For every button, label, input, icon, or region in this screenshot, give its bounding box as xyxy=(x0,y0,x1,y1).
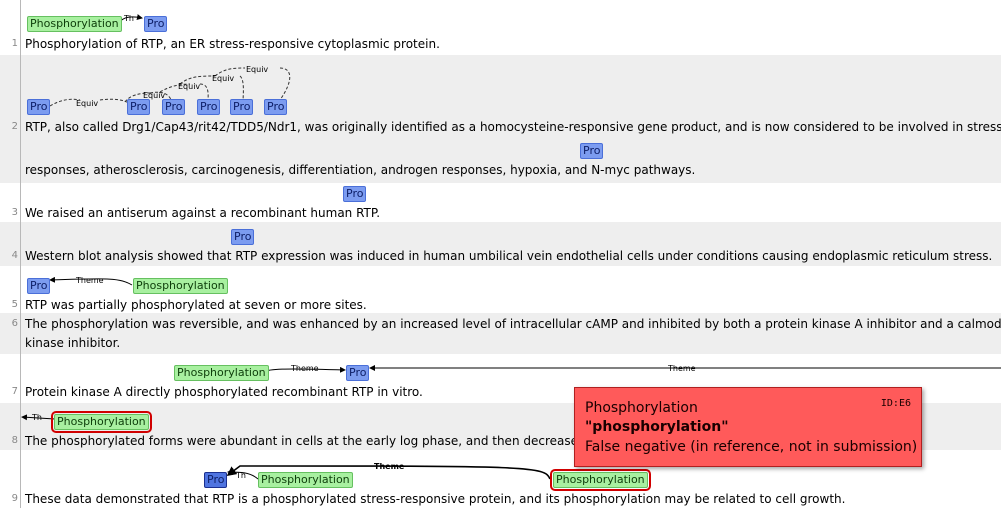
line-number: 1 xyxy=(11,38,18,49)
sentence-text[interactable]: RTP, also called Drg1/Cap43/rit42/TDD5/N… xyxy=(25,120,1001,134)
sentence-text[interactable]: Phosphorylation of RTP, an ER stress-res… xyxy=(25,37,440,51)
sentence-text[interactable]: We raised an antiserum against a recombi… xyxy=(25,206,380,220)
arc-label-theme: Theme xyxy=(75,276,104,285)
span-label-protein[interactable]: Pro xyxy=(580,143,604,159)
line-number: 6 xyxy=(11,318,18,329)
sentence-text[interactable]: responses, atherosclerosis, carcinogenes… xyxy=(25,163,695,177)
span-label-phosphorylation-error[interactable]: Phosphorylation xyxy=(550,469,651,491)
span-label-protein[interactable]: Pro xyxy=(230,99,254,115)
line-number: 8 xyxy=(11,435,18,446)
tooltip-status: False negative (in reference, not in sub… xyxy=(585,439,918,455)
span-label-phosphorylation[interactable]: Phosphorylation xyxy=(174,365,269,381)
arc-label-theme: Theme xyxy=(667,364,696,373)
arc-label-theme: Theme xyxy=(374,462,405,471)
span-label-protein[interactable]: Pro xyxy=(27,278,51,294)
line-number: 3 xyxy=(11,207,18,218)
line-number: 2 xyxy=(11,121,18,132)
line-number: 4 xyxy=(11,250,18,261)
arc-label-th: Th xyxy=(123,14,134,23)
annotation-document: 1 2 3 4 5 6 7 8 9 Phosphorylation of RTP… xyxy=(0,0,1001,508)
sentence-text[interactable]: Protein kinase A directly phosphorylated… xyxy=(25,385,423,399)
tooltip-text: "phosphorylation" xyxy=(585,419,729,435)
tooltip-id: ID:E6 xyxy=(880,398,911,409)
sentence-text[interactable]: Western blot analysis showed that RTP ex… xyxy=(25,249,992,263)
line-number: 5 xyxy=(11,299,18,310)
span-label-phosphorylation-error[interactable]: Phosphorylation xyxy=(51,411,152,433)
span-label-protein[interactable]: Pro xyxy=(264,99,288,115)
line-number: 7 xyxy=(11,386,18,397)
annotation-tooltip: Phosphorylation "phosphorylation" False … xyxy=(574,387,922,467)
arc-label-theme: Theme xyxy=(290,364,319,373)
arc-label-th: Th xyxy=(235,471,246,480)
arc-theme xyxy=(49,276,133,286)
span-label-phosphorylation[interactable]: Phosphorylation xyxy=(258,472,353,488)
arc-th xyxy=(227,469,259,480)
sentence-text[interactable]: These data demonstrated that RTP is a ph… xyxy=(25,492,845,506)
sentence-text[interactable]: The phosphorylation was reversible, and … xyxy=(25,317,1001,331)
sentence-text[interactable]: kinase inhibitor. xyxy=(25,336,120,350)
span-label-phosphorylation[interactable]: Phosphorylation xyxy=(133,278,228,294)
span-label-phosphorylation[interactable]: Phosphorylation xyxy=(27,16,122,32)
span-label-protein[interactable]: Pro xyxy=(346,365,370,381)
sentence-text[interactable]: RTP was partially phosphorylated at seve… xyxy=(25,298,367,312)
span-label-protein[interactable]: Pro xyxy=(231,229,255,245)
span-label-protein[interactable]: Pro xyxy=(343,186,367,202)
arc-theme xyxy=(261,366,346,373)
span-label-protein[interactable]: Pro xyxy=(27,99,51,115)
span-label-protein[interactable]: Pro xyxy=(127,99,151,115)
line-number: 9 xyxy=(11,493,18,504)
span-label-protein[interactable]: Pro xyxy=(162,99,186,115)
tooltip-type: Phosphorylation xyxy=(585,400,698,416)
span-label-protein[interactable]: Pro xyxy=(144,16,168,32)
span-label-protein[interactable]: Pro xyxy=(197,99,221,115)
span-label-protein[interactable]: Pro xyxy=(204,472,228,488)
